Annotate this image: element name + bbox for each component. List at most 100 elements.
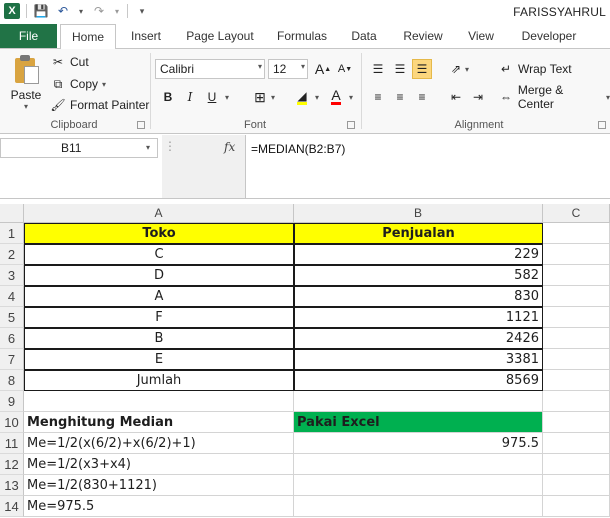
paste-button[interactable]: Paste ▾ (6, 53, 46, 111)
cell-c6[interactable] (543, 328, 610, 349)
save-icon[interactable]: 💾 (33, 3, 49, 19)
customize-qat-icon[interactable]: ▾ (134, 3, 150, 19)
cell-b13[interactable] (294, 475, 543, 496)
fill-color-icon[interactable]: ◢ (292, 87, 312, 107)
cell-b3[interactable]: 582 (294, 265, 543, 286)
chevron-down-icon[interactable]: ▾ (346, 87, 356, 107)
tab-review[interactable]: Review (396, 24, 450, 48)
align-top-icon[interactable]: ☰ (368, 59, 388, 79)
decrease-indent-icon[interactable]: ⇤ (446, 87, 466, 107)
cell-a8[interactable]: Jumlah (24, 370, 294, 391)
align-left-icon[interactable]: ≡ (368, 87, 388, 107)
shrink-font-icon[interactable]: A ▼ (335, 59, 355, 79)
cell-a3[interactable]: D (24, 265, 294, 286)
font-name-dropdown[interactable]: Calibri ▾ (155, 59, 265, 79)
align-center-icon[interactable]: ≡ (390, 87, 410, 107)
grow-font-icon[interactable]: A ▲ (313, 59, 333, 79)
copy-button[interactable]: ⧉ Copy ▾ (50, 74, 106, 94)
cell-a13[interactable]: Me=1/2(830+1121) (24, 475, 294, 496)
format-painter-button[interactable]: 🖌 Format Painter (50, 95, 149, 115)
redo-icon[interactable]: ↷ (91, 3, 107, 19)
redo-dropdown-icon[interactable]: ▾ (113, 3, 121, 19)
underline-button[interactable]: U (202, 87, 222, 107)
cell-c9[interactable] (543, 391, 610, 412)
excel-icon[interactable]: X (4, 3, 20, 19)
cell-b12[interactable] (294, 454, 543, 475)
cell-a4[interactable]: A (24, 286, 294, 307)
clipboard-launcher-icon[interactable] (137, 121, 145, 129)
cell-c4[interactable] (543, 286, 610, 307)
increase-indent-icon[interactable]: ⇥ (468, 87, 488, 107)
font-launcher-icon[interactable] (347, 121, 355, 129)
tab-insert[interactable]: Insert (122, 24, 170, 48)
tab-view[interactable]: View (460, 24, 502, 48)
cell-b11[interactable]: 975.5 (294, 433, 543, 454)
tab-formulas[interactable]: Formulas (270, 24, 334, 48)
undo-dropdown-icon[interactable]: ▾ (77, 3, 85, 19)
more-icon[interactable]: ⋮ (162, 139, 178, 157)
align-bottom-icon[interactable]: ☰ (412, 59, 432, 79)
undo-icon[interactable]: ↶ (55, 3, 71, 19)
cell-c12[interactable] (543, 454, 610, 475)
row-header[interactable]: 10 (0, 412, 24, 433)
column-header-b[interactable]: B (294, 204, 543, 223)
cell-b4[interactable]: 830 (294, 286, 543, 307)
cell-a9[interactable] (24, 391, 294, 412)
chevron-down-icon[interactable]: ▾ (222, 87, 232, 107)
column-header-a[interactable]: A (24, 204, 294, 223)
cell-a10[interactable]: Menghitung Median (24, 412, 294, 433)
merge-center-button[interactable]: ⇔ Merge & Center ▾ (498, 83, 610, 111)
cell-b14[interactable] (294, 496, 543, 517)
row-header[interactable]: 11 (0, 433, 24, 454)
cell-a7[interactable]: E (24, 349, 294, 370)
cell-c1[interactable] (543, 223, 610, 244)
chevron-down-icon[interactable]: ▾ (312, 87, 322, 107)
alignment-launcher-icon[interactable] (598, 121, 606, 129)
cell-a14[interactable]: Me=975.5 (24, 496, 294, 517)
align-right-icon[interactable]: ≡ (412, 87, 432, 107)
cell-b10[interactable]: Pakai Excel (294, 412, 543, 433)
cell-c2[interactable] (543, 244, 610, 265)
row-header[interactable]: 6 (0, 328, 24, 349)
cell-b1[interactable]: Penjualan (294, 223, 543, 244)
row-header[interactable]: 1 (0, 223, 24, 244)
tab-page-layout[interactable]: Page Layout (180, 24, 260, 48)
italic-button[interactable]: I (180, 87, 200, 107)
cell-c8[interactable] (543, 370, 610, 391)
row-header[interactable]: 8 (0, 370, 24, 391)
row-header[interactable]: 14 (0, 496, 24, 517)
cell-a2[interactable]: C (24, 244, 294, 265)
row-header[interactable]: 12 (0, 454, 24, 475)
cell-b6[interactable]: 2426 (294, 328, 543, 349)
cell-c3[interactable] (543, 265, 610, 286)
cell-c14[interactable] (543, 496, 610, 517)
font-size-dropdown[interactable]: 12 ▾ (268, 59, 308, 79)
cut-button[interactable]: ✂ Cut (50, 52, 89, 72)
borders-icon[interactable]: ⊞ (250, 87, 270, 107)
chevron-down-icon[interactable]: ▾ (146, 143, 150, 152)
cell-a6[interactable]: B (24, 328, 294, 349)
tab-home[interactable]: Home (60, 24, 116, 49)
tab-data[interactable]: Data (344, 24, 384, 48)
row-header[interactable]: 5 (0, 307, 24, 328)
cell-b7[interactable]: 3381 (294, 349, 543, 370)
cell-c7[interactable] (543, 349, 610, 370)
cell-c13[interactable] (543, 475, 610, 496)
row-header[interactable]: 7 (0, 349, 24, 370)
cell-b5[interactable]: 1121 (294, 307, 543, 328)
row-header[interactable]: 13 (0, 475, 24, 496)
cell-b2[interactable]: 229 (294, 244, 543, 265)
cell-a1[interactable]: Toko (24, 223, 294, 244)
row-header[interactable]: 2 (0, 244, 24, 265)
name-box[interactable]: B11 (0, 138, 158, 158)
bold-button[interactable]: B (158, 87, 178, 107)
row-header[interactable]: 4 (0, 286, 24, 307)
chevron-down-icon[interactable]: ▾ (462, 59, 472, 79)
cell-b9[interactable] (294, 391, 543, 412)
font-color-icon[interactable]: A (326, 87, 346, 107)
tab-file[interactable]: File (0, 24, 57, 48)
column-header-c[interactable]: C (543, 204, 610, 223)
wrap-text-button[interactable]: ↵ Wrap Text (498, 59, 572, 79)
cell-a12[interactable]: Me=1/2(x3+x4) (24, 454, 294, 475)
chevron-down-icon[interactable]: ▾ (268, 87, 278, 107)
